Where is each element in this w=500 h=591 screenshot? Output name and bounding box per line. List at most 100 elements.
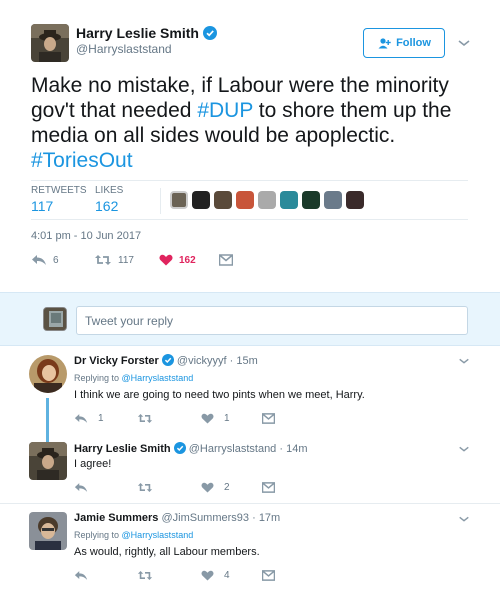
divider [31,219,468,220]
reply-icon [74,483,88,492]
retweet-button[interactable] [137,482,153,493]
reply-icon [74,571,88,580]
reply-text: I agree! [74,458,112,470]
reply-icon [32,255,46,265]
author-name[interactable]: Harry Leslie Smith [76,25,199,41]
chevron-down-icon[interactable] [457,38,471,48]
retweets-count: 117 [31,198,54,214]
heart-icon [159,254,173,266]
liker-avatar[interactable] [258,191,276,209]
like-button[interactable]: 1 [201,413,230,424]
reply-composer: Tweet your reply [0,292,500,346]
liker-avatar[interactable] [170,191,188,209]
like-count: 162 [179,254,196,266]
verified-icon [161,354,174,366]
heart-icon [201,482,214,493]
like-count: 1 [224,413,230,424]
reply-author-name[interactable]: Dr Vicky Forster [74,355,159,367]
reply-count: 1 [98,413,104,424]
tweet-timestamp[interactable]: 4:01 pm - 10 Jun 2017 [31,230,141,242]
retweet-button[interactable] [137,570,153,581]
dm-button[interactable] [219,254,233,266]
reply-time[interactable]: 14m [286,443,307,455]
replying-to-link[interactable]: @Harryslaststand [122,373,194,383]
retweet-icon [137,571,153,580]
reply-author-name[interactable]: Jamie Summers [74,512,158,524]
dm-button[interactable] [262,413,275,424]
retweet-button[interactable] [137,413,153,424]
like-button[interactable]: 2 [201,482,230,493]
retweets-stat[interactable]: RETWEETS 117 [31,185,87,214]
separator: · [226,355,237,367]
author-avatar[interactable] [31,24,69,62]
reply-button[interactable]: 6 [31,254,59,266]
hashtag-dup[interactable]: #DUP [197,99,253,122]
tweet-text: Make no mistake, if Labour were the mino… [31,73,481,173]
my-avatar [43,307,67,331]
dm-button[interactable] [262,570,275,581]
reply-button[interactable] [74,482,88,493]
reply-author-handle[interactable]: @JimSummers93 [161,512,249,524]
follow-person-icon [378,37,391,48]
retweet-count: 117 [118,254,134,266]
divider [31,180,468,181]
follow-label: Follow [396,37,431,49]
likes-label: LIKES [95,185,124,196]
retweets-label: RETWEETS [31,185,87,196]
reply-time[interactable]: 15m [236,355,257,367]
like-button[interactable]: 162 [159,254,196,266]
dm-icon [262,482,275,493]
follow-button[interactable]: Follow [363,28,445,58]
separator: · [276,443,287,455]
replying-to-label: Replying to [74,373,120,383]
retweet-icon [95,255,111,265]
liker-avatar[interactable] [346,191,364,209]
liker-avatar[interactable] [214,191,232,209]
chevron-down-icon[interactable] [458,356,470,366]
liker-avatar[interactable] [192,191,210,209]
chevron-down-icon[interactable] [458,444,470,454]
chevron-down-icon[interactable] [458,514,470,524]
reply-avatar[interactable] [29,355,67,393]
heart-icon [201,413,214,424]
liker-avatar[interactable] [302,191,320,209]
dm-button[interactable] [262,482,275,493]
heart-icon [201,570,214,581]
liker-avatar[interactable] [280,191,298,209]
reply-placeholder: Tweet your reply [85,314,174,328]
dm-icon [262,413,275,424]
dm-icon [262,570,275,581]
stat-divider [160,188,161,214]
separator: · [249,512,259,524]
reply-avatar[interactable] [29,512,67,550]
verified-icon [202,26,217,40]
replying-to-label: Replying to [74,530,120,540]
reply-button[interactable] [74,570,88,581]
likes-stat[interactable]: LIKES 162 [95,185,123,214]
likes-count: 162 [95,198,119,214]
retweet-icon [137,483,153,492]
reply-text: As would, rightly, all Labour members. [74,546,260,558]
retweet-icon [137,414,153,423]
retweet-button[interactable]: 117 [94,254,134,266]
reply-input[interactable]: Tweet your reply [76,306,468,335]
reply-text: I think we are going to need two pints w… [74,389,365,401]
author-handle[interactable]: @Harryslaststand [76,42,172,56]
like-button[interactable]: 4 [201,570,230,581]
liker-avatar[interactable] [236,191,254,209]
liker-avatar[interactable] [324,191,342,209]
reply-author-name[interactable]: Harry Leslie Smith [74,443,171,455]
reply-button[interactable]: 1 [74,413,104,424]
hashtag-toriesout[interactable]: #ToriesOut [31,149,133,172]
reply-author-handle[interactable]: @Harryslaststand [189,443,277,455]
reply-time[interactable]: 17m [259,512,280,524]
like-count: 4 [224,570,230,581]
divider [0,503,500,504]
replying-to-link[interactable]: @Harryslaststand [122,530,194,540]
reply-avatar[interactable] [29,442,67,480]
thread-line [46,398,49,442]
reply-author-handle[interactable]: @vickyyyf [177,355,227,367]
like-count: 2 [224,482,230,493]
verified-icon [173,442,186,454]
reply-icon [74,414,88,423]
